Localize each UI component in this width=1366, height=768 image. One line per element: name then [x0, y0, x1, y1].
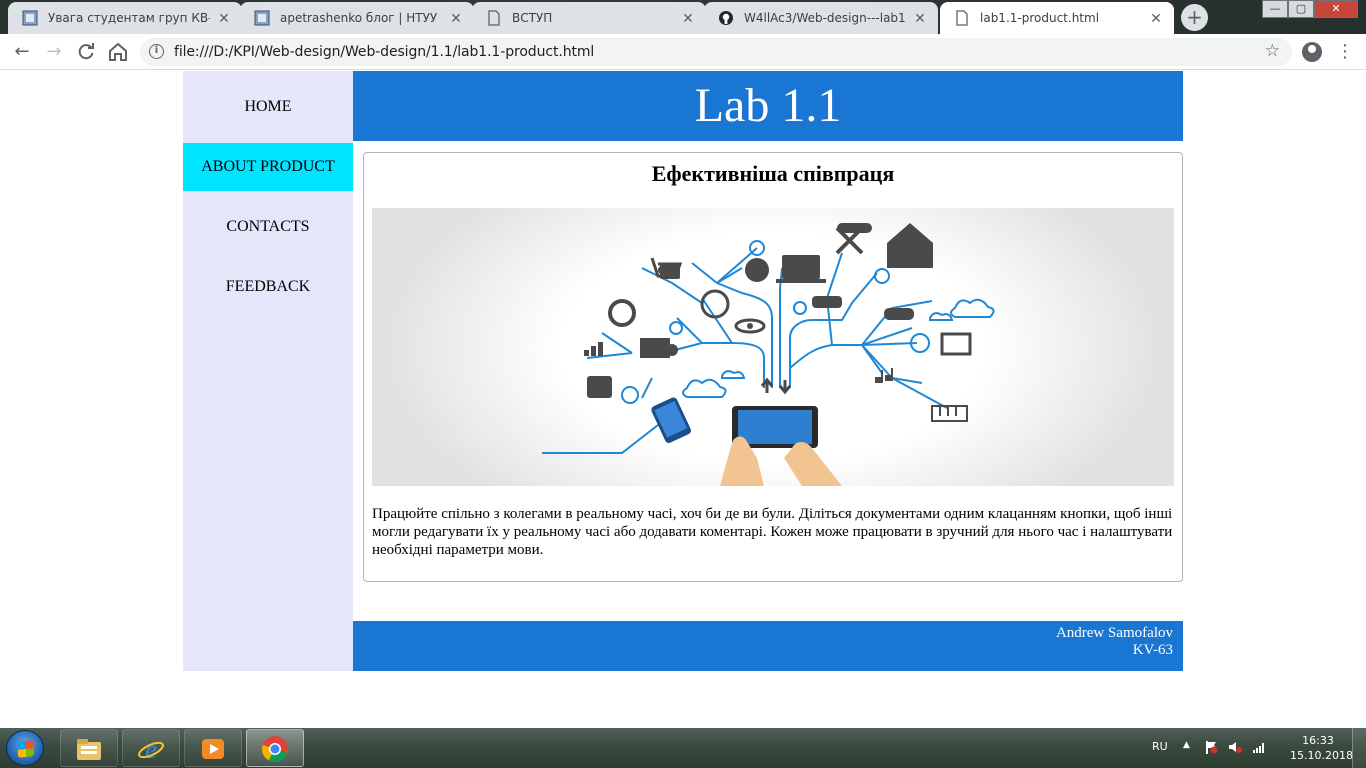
page-viewport: HOME ABOUT PRODUCT CONTACTS FEEDBACK Lab…	[0, 71, 1366, 728]
close-icon[interactable]: ✕	[448, 10, 464, 26]
network-signal-icon[interactable]	[1252, 740, 1266, 754]
collaboration-illustration	[372, 208, 1174, 486]
nav-item-about-product[interactable]: ABOUT PRODUCT	[183, 143, 353, 191]
browser-tab[interactable]: ВСТУП ✕	[472, 2, 706, 34]
clock-date: 15.10.2018	[1290, 749, 1353, 762]
start-button[interactable]	[6, 730, 44, 766]
clock-time: 16:33	[1302, 734, 1334, 747]
github-icon	[718, 10, 734, 26]
tab-title: Увага студентам груп КВ-61,62	[48, 11, 210, 25]
svg-text:e: e	[145, 735, 157, 763]
browser-menu-icon[interactable]: ⋮	[1336, 40, 1354, 64]
language-indicator[interactable]: RU	[1152, 740, 1168, 753]
browser-tab[interactable]: Увага студентам груп КВ-61,62 ✕	[8, 2, 242, 34]
browser-tab-active[interactable]: lab1.1-product.html ✕	[940, 2, 1174, 34]
taskbar-chrome[interactable]	[246, 729, 304, 767]
page-header: Lab 1.1	[353, 71, 1183, 141]
article-body: Працюйте спільно з колегами в реальному …	[372, 506, 1173, 558]
document-icon	[954, 10, 970, 26]
tab-title: W4llAc3/Web-design---lab1.1	[744, 11, 906, 25]
footer-author: Andrew Samofalov	[1055, 625, 1173, 641]
nav-item-contacts[interactable]: CONTACTS	[183, 203, 353, 251]
nav-item-feedback[interactable]: FEEDBACK	[183, 263, 353, 311]
browser-tab[interactable]: W4llAc3/Web-design---lab1.1 ✕	[704, 2, 938, 34]
chrome-icon	[262, 736, 288, 763]
page-title: Lab 1.1	[694, 79, 842, 132]
new-tab-button[interactable]: +	[1181, 4, 1208, 31]
bookmark-star-icon[interactable]: ☆	[1265, 41, 1280, 61]
action-center-flag-icon[interactable]	[1204, 740, 1218, 754]
close-icon[interactable]: ✕	[912, 10, 928, 26]
tab-title: apetrashenko блог | НТУУ "КПІ	[280, 11, 442, 25]
page-favicon-icon	[254, 10, 270, 26]
phone-graphic	[651, 397, 691, 443]
info-icon[interactable]: i	[149, 44, 164, 59]
taskbar-explorer[interactable]	[60, 729, 118, 767]
close-icon[interactable]: ✕	[1148, 10, 1164, 26]
close-icon[interactable]: ✕	[680, 10, 696, 26]
back-arrow-icon[interactable]: ←	[10, 40, 34, 64]
windows-explorer-icon	[77, 739, 101, 760]
internet-explorer-icon: e	[138, 735, 164, 763]
show-desktop-button[interactable]	[1352, 728, 1366, 768]
nav-item-home[interactable]: HOME	[183, 83, 353, 131]
forward-arrow-icon[interactable]: →	[42, 40, 66, 64]
profile-avatar-icon[interactable]	[1302, 42, 1322, 62]
product-card: Ефективніша співпраця Працюйте спільно з…	[363, 152, 1183, 582]
page-footer: Andrew Samofalov KV-63	[353, 621, 1183, 671]
page-favicon-icon	[22, 10, 38, 26]
tab-title: lab1.1-product.html	[980, 11, 1100, 25]
browser-tabstrip: Увага студентам груп КВ-61,62 ✕ apetrash…	[0, 0, 1366, 34]
network-diagram-graphic	[542, 223, 995, 486]
browser-tab[interactable]: apetrashenko блог | НТУУ "КПІ ✕	[240, 2, 474, 34]
media-player-icon	[202, 739, 224, 759]
tablet-graphic	[720, 406, 842, 486]
url-text[interactable]: file:///D:/KPI/Web-design/Web-design/1.1…	[174, 44, 594, 60]
minimize-button[interactable]: —	[1262, 0, 1288, 18]
article-title: Ефективніша співпраця	[651, 161, 895, 186]
browser-toolbar: ← → i file:///D:/KPI/Web-design/Web-desi…	[0, 34, 1366, 70]
home-icon[interactable]	[106, 40, 130, 64]
close-window-button[interactable]: ✕	[1314, 0, 1358, 18]
close-icon[interactable]: ✕	[216, 10, 232, 26]
taskbar-clock[interactable]: 16:33 15.10.2018	[1290, 733, 1353, 763]
show-hidden-icons-icon[interactable]: ▲	[1183, 740, 1190, 750]
address-bar[interactable]: i file:///D:/KPI/Web-design/Web-design/1…	[140, 38, 1292, 66]
taskbar-internet-explorer[interactable]: e	[122, 729, 180, 767]
maximize-button[interactable]: ▢	[1288, 0, 1314, 18]
reload-icon[interactable]	[74, 40, 98, 64]
document-icon	[486, 10, 502, 26]
windows-logo-icon	[18, 740, 34, 758]
taskbar-media-player[interactable]	[184, 729, 242, 767]
tab-title: ВСТУП	[512, 11, 553, 25]
sidebar-nav: HOME ABOUT PRODUCT CONTACTS FEEDBACK	[183, 71, 353, 671]
footer-group: KV-63	[1132, 642, 1173, 658]
volume-muted-icon[interactable]	[1228, 740, 1242, 754]
